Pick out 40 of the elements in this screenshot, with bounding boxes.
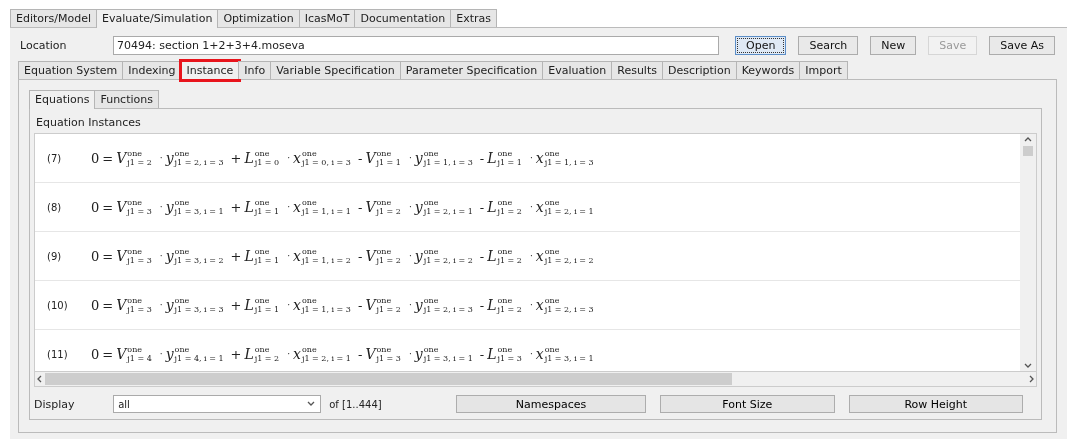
option-button[interactable]: Font Size — [660, 395, 835, 413]
section-tab[interactable]: Description — [661, 61, 737, 79]
option-button[interactable]: Namespaces — [455, 395, 647, 413]
section-tab[interactable]: Evaluation — [542, 61, 613, 79]
main-tab[interactable]: Optimization — [217, 9, 300, 27]
scrollbar-thumb[interactable] — [1023, 146, 1033, 156]
section-tab[interactable]: Import — [799, 61, 848, 79]
section-tab[interactable]: Indexing — [122, 61, 182, 79]
equation-number: (7) — [46, 152, 63, 164]
equation-number: (11) — [46, 348, 69, 360]
display-label: Display — [34, 397, 76, 411]
display-dropdown[interactable]: all — [113, 395, 322, 413]
toolbar-button[interactable]: New — [870, 36, 917, 55]
main-tab[interactable]: Editors/Model — [10, 9, 98, 27]
section-tab[interactable]: Parameter Specification — [399, 61, 544, 79]
section-tab[interactable]: Keywords — [735, 61, 801, 79]
main-tab[interactable]: Evaluate/Simulation — [96, 9, 219, 28]
section-tab[interactable]: Info — [238, 61, 272, 79]
main-tab[interactable]: Extras — [450, 9, 498, 27]
section-tab[interactable]: Equation System — [18, 61, 124, 79]
section-tab[interactable]: Results — [611, 61, 663, 79]
toolbar-button[interactable]: Open — [735, 36, 787, 55]
section-tab[interactable]: Instance — [180, 61, 240, 80]
toolbar-button[interactable]: Search — [798, 36, 859, 55]
section-title: Equation Instances — [35, 115, 142, 131]
range-label: of [1..444] — [329, 398, 383, 410]
equation-number: (10) — [46, 299, 69, 311]
equation-number: (8) — [46, 201, 63, 213]
toolbar-button[interactable]: Save As — [989, 36, 1055, 55]
location-field[interactable]: 70494: section 1+2+3+4.moseva — [113, 36, 720, 55]
location-label: Location — [20, 39, 68, 52]
main-tab[interactable]: IcasMoT — [298, 9, 356, 27]
equation-number: (9) — [46, 250, 63, 262]
main-tab[interactable]: Documentation — [354, 9, 452, 27]
section-tab[interactable]: Variable Specification — [270, 61, 401, 79]
sub-tab[interactable]: Equations — [29, 90, 96, 109]
vertical-scrollbar[interactable] — [1020, 134, 1036, 371]
option-button[interactable]: Row Height — [848, 395, 1023, 413]
sub-tab[interactable]: Functions — [94, 90, 159, 108]
horizontal-scrollbar[interactable] — [34, 372, 1037, 387]
